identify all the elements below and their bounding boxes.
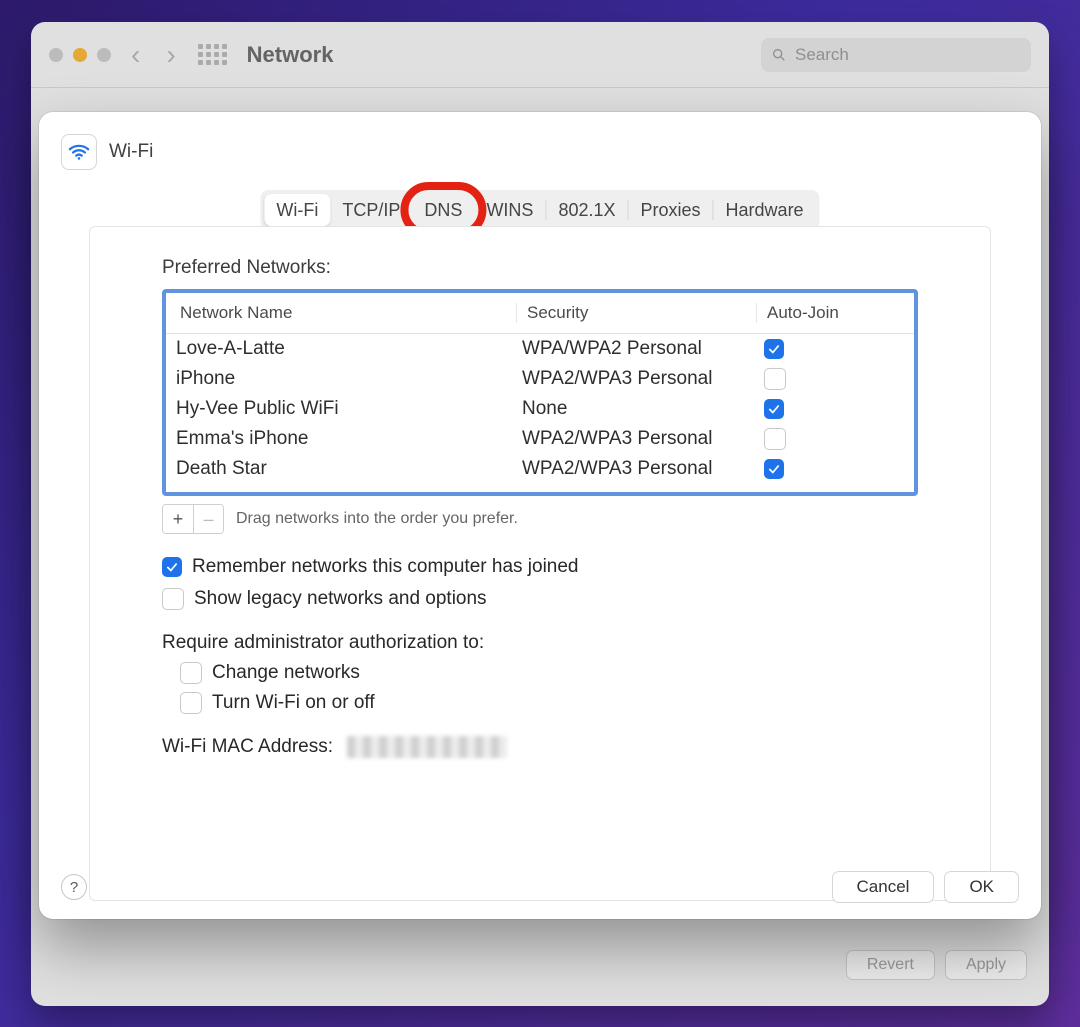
network-name-cell: Love-A-Latte — [166, 338, 516, 360]
network-name-cell: Hy-Vee Public WiFi — [166, 398, 516, 420]
legacy-networks-row[interactable]: Show legacy networks and options — [162, 588, 918, 610]
req-change-checkbox[interactable] — [180, 662, 202, 684]
remove-network-button[interactable]: – — [193, 505, 223, 533]
table-body[interactable]: Love-A-LatteWPA/WPA2 PersonaliPhoneWPA2/… — [166, 334, 914, 492]
require-auth-label: Require administrator authorization to: — [162, 632, 918, 654]
legacy-networks-checkbox[interactable] — [162, 588, 184, 610]
tab-tcpip[interactable]: TCP/IP — [330, 194, 412, 226]
remember-networks-label: Remember networks this computer has join… — [192, 556, 579, 578]
auto-join-checkbox[interactable] — [764, 459, 784, 479]
forward-button[interactable]: › — [160, 41, 181, 69]
network-security-cell: WPA2/WPA3 Personal — [516, 428, 756, 450]
auto-join-cell — [756, 428, 914, 450]
auto-join-cell — [756, 459, 914, 479]
table-row[interactable]: Emma's iPhoneWPA2/WPA3 Personal — [166, 424, 914, 454]
zoom-window-button[interactable] — [97, 48, 111, 62]
add-remove-row: + – Drag networks into the order you pre… — [162, 504, 918, 534]
window-title: Network — [247, 42, 334, 68]
ok-button[interactable]: OK — [944, 871, 1019, 903]
req-toggle-checkbox[interactable] — [180, 692, 202, 714]
sheet-header: Wi-Fi — [61, 134, 153, 170]
search-icon — [771, 47, 787, 63]
titlebar: ‹ › Network Search — [31, 22, 1049, 88]
remember-networks-checkbox[interactable] — [162, 557, 182, 577]
column-network-name[interactable]: Network Name — [166, 303, 516, 323]
back-button[interactable]: ‹ — [125, 41, 146, 69]
auto-join-cell — [756, 399, 914, 419]
table-row[interactable]: Hy-Vee Public WiFiNone — [166, 394, 914, 424]
drag-hint: Drag networks into the order you prefer. — [236, 510, 518, 528]
add-remove-controls: + – — [162, 504, 224, 534]
tab-wins[interactable]: WINS — [474, 194, 545, 226]
tab-dns[interactable]: DNS — [412, 194, 474, 226]
sheet-title: Wi-Fi — [109, 141, 153, 163]
auto-join-cell — [756, 339, 914, 359]
window-controls — [49, 48, 111, 62]
network-preferences-window: ‹ › Network Search Revert Apply Wi-Fi Wi… — [31, 22, 1049, 1006]
req-change-row[interactable]: Change networks — [180, 662, 918, 684]
table-row[interactable]: iPhoneWPA2/WPA3 Personal — [166, 364, 914, 394]
sheet-footer: ? Cancel OK — [61, 871, 1019, 903]
tab-proxies[interactable]: Proxies — [629, 194, 713, 226]
mac-address-value-redacted — [347, 736, 507, 758]
window-footer: Revert Apply — [846, 950, 1027, 980]
apply-button[interactable]: Apply — [945, 950, 1027, 980]
column-auto-join[interactable]: Auto-Join — [756, 303, 914, 323]
tab-wifi[interactable]: Wi-Fi — [264, 194, 330, 226]
table-header: Network Name Security Auto-Join — [166, 293, 914, 334]
preferred-networks-table[interactable]: Network Name Security Auto-Join Love-A-L… — [162, 289, 918, 496]
tab-strip: Wi-Fi TCP/IP DNS WINS 802.1X Proxies Har… — [260, 190, 819, 230]
mac-address-label: Wi-Fi MAC Address: — [162, 736, 333, 758]
wifi-panel: Preferred Networks: Network Name Securit… — [89, 226, 991, 901]
legacy-networks-label: Show legacy networks and options — [194, 588, 487, 610]
req-change-label: Change networks — [212, 662, 360, 684]
show-all-icon[interactable] — [198, 44, 227, 65]
network-name-cell: Emma's iPhone — [166, 428, 516, 450]
wifi-icon — [61, 134, 97, 170]
help-button[interactable]: ? — [61, 874, 87, 900]
network-security-cell: None — [516, 398, 756, 420]
network-security-cell: WPA2/WPA3 Personal — [516, 368, 756, 390]
network-security-cell: WPA2/WPA3 Personal — [516, 458, 756, 480]
req-toggle-label: Turn Wi-Fi on or off — [212, 692, 375, 714]
column-security[interactable]: Security — [516, 303, 756, 323]
tab-8021x[interactable]: 802.1X — [546, 194, 627, 226]
table-row[interactable]: Death StarWPA2/WPA3 Personal — [166, 454, 914, 484]
search-input[interactable]: Search — [761, 38, 1031, 72]
auto-join-cell — [756, 368, 914, 390]
auto-join-checkbox[interactable] — [764, 428, 786, 450]
search-placeholder: Search — [795, 45, 849, 65]
add-network-button[interactable]: + — [163, 505, 193, 533]
network-security-cell: WPA/WPA2 Personal — [516, 338, 756, 360]
auto-join-checkbox[interactable] — [764, 368, 786, 390]
mac-address-row: Wi-Fi MAC Address: — [162, 736, 918, 758]
revert-button[interactable]: Revert — [846, 950, 935, 980]
req-toggle-row[interactable]: Turn Wi-Fi on or off — [180, 692, 918, 714]
auto-join-checkbox[interactable] — [764, 339, 784, 359]
close-window-button[interactable] — [49, 48, 63, 62]
network-name-cell: Death Star — [166, 458, 516, 480]
remember-networks-row[interactable]: Remember networks this computer has join… — [162, 556, 918, 578]
network-name-cell: iPhone — [166, 368, 516, 390]
wifi-advanced-sheet: Wi-Fi Wi-Fi TCP/IP DNS WINS 802.1X Proxi… — [39, 112, 1041, 919]
table-row[interactable]: Love-A-LatteWPA/WPA2 Personal — [166, 334, 914, 364]
cancel-button[interactable]: Cancel — [832, 871, 935, 903]
minimize-window-button[interactable] — [73, 48, 87, 62]
preferred-networks-label: Preferred Networks: — [162, 257, 918, 279]
tab-hardware[interactable]: Hardware — [714, 194, 816, 226]
auto-join-checkbox[interactable] — [764, 399, 784, 419]
